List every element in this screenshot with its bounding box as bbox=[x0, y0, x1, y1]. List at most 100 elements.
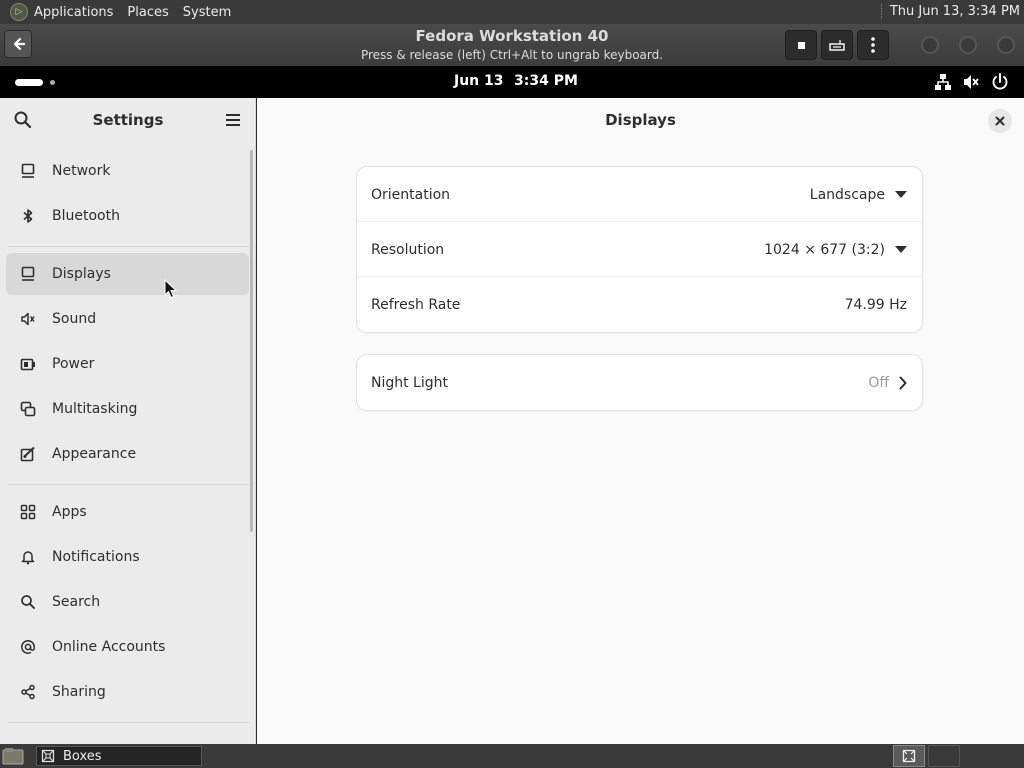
more-vertical-icon bbox=[871, 37, 875, 53]
refresh-rate-value: 74.99 Hz bbox=[844, 296, 907, 313]
guest-top-bar: Jun 13 3:34 PM bbox=[0, 66, 1024, 98]
power-icon[interactable] bbox=[991, 72, 1009, 92]
multitasking-icon bbox=[19, 400, 37, 418]
taskbar-item-boxes[interactable]: Boxes bbox=[36, 746, 202, 766]
sidebar-item-notifications[interactable]: Notifications bbox=[6, 536, 249, 578]
hamburger-menu-icon[interactable] bbox=[222, 109, 244, 131]
page-title: Displays bbox=[605, 111, 676, 129]
sidebar-separator bbox=[8, 722, 249, 723]
display-settings-card: Orientation Landscape Resolution 1024 × … bbox=[357, 167, 922, 332]
boxes-header-bar: Fedora Workstation 40 Press & release (l… bbox=[0, 24, 1024, 66]
apps-icon bbox=[19, 503, 37, 521]
sidebar-item-label: Multitasking bbox=[52, 401, 138, 417]
close-button[interactable] bbox=[988, 109, 1012, 133]
system-menu[interactable]: System bbox=[183, 5, 231, 20]
show-desktop-icon[interactable] bbox=[2, 747, 24, 765]
activities-indicator[interactable] bbox=[15, 79, 43, 86]
orientation-row[interactable]: Orientation Landscape bbox=[357, 167, 922, 222]
display-icon bbox=[19, 265, 37, 283]
displays-panel: Displays Orientation Landscape Resolutio… bbox=[257, 98, 1024, 744]
guest-date[interactable]: Jun 13 bbox=[454, 73, 504, 89]
dropdown-arrow-icon bbox=[895, 246, 907, 253]
sidebar-item-appearance[interactable]: Appearance bbox=[6, 433, 249, 475]
stop-icon bbox=[797, 41, 805, 49]
orientation-value: Landscape bbox=[809, 186, 885, 203]
sidebar-item-online-accounts[interactable]: Online Accounts bbox=[6, 626, 249, 668]
stop-button[interactable] bbox=[785, 30, 817, 60]
applications-menu[interactable]: Applications bbox=[34, 5, 113, 20]
resolution-dropdown[interactable]: 1024 × 677 (3:2) bbox=[764, 242, 907, 258]
close-window-button[interactable] bbox=[997, 36, 1015, 54]
boxes-app-icon bbox=[41, 749, 55, 763]
boxes-app-icon bbox=[902, 749, 916, 763]
sidebar-item-displays[interactable]: Displays bbox=[6, 253, 249, 295]
sidebar-item-power[interactable]: Power bbox=[6, 343, 249, 385]
dropdown-arrow-icon bbox=[895, 191, 907, 198]
at-icon bbox=[19, 638, 37, 656]
night-light-value: Off bbox=[868, 374, 889, 391]
sidebar-item-multitasking[interactable]: Multitasking bbox=[6, 388, 249, 430]
sidebar-item-label: Online Accounts bbox=[52, 639, 166, 655]
places-menu[interactable]: Places bbox=[127, 5, 168, 20]
refresh-rate-row: Refresh Rate 74.99 Hz bbox=[357, 277, 922, 332]
workspace-2-button[interactable] bbox=[928, 745, 960, 767]
keyboard-icon bbox=[829, 40, 845, 51]
night-light-card: Night Light Off bbox=[357, 355, 922, 410]
keyboard-button[interactable] bbox=[821, 30, 853, 60]
host-top-panel: ▷ Applications Places System Thu Jun 13,… bbox=[0, 0, 1024, 24]
sidebar-item-label: Sound bbox=[52, 311, 97, 327]
sidebar-item-bluetooth[interactable]: Bluetooth bbox=[6, 195, 249, 237]
network-icon bbox=[19, 162, 37, 180]
bell-icon bbox=[19, 548, 37, 566]
host-clock[interactable]: Thu Jun 13, 3:34 PM bbox=[880, 4, 1020, 19]
chevron-right-icon bbox=[899, 376, 907, 389]
sidebar-item-sound[interactable]: Sound bbox=[6, 298, 249, 340]
search-icon bbox=[19, 593, 37, 611]
share-icon bbox=[19, 683, 37, 701]
power-battery-icon bbox=[19, 355, 37, 373]
settings-sidebar: Settings Network Bluetooth Displays Soun… bbox=[0, 98, 256, 744]
resolution-label: Resolution bbox=[371, 241, 445, 258]
sidebar-item-sharing[interactable]: Sharing bbox=[6, 671, 249, 713]
sidebar-separator bbox=[8, 246, 249, 247]
sidebar-item-label: Search bbox=[52, 594, 101, 610]
sidebar-item-label: Apps bbox=[52, 504, 87, 520]
workspace-dot bbox=[50, 80, 55, 85]
night-light-row[interactable]: Night Light Off bbox=[357, 355, 922, 410]
sound-icon bbox=[19, 310, 37, 328]
applications-menu-icon[interactable]: ▷ bbox=[10, 3, 28, 21]
orientation-dropdown[interactable]: Landscape bbox=[810, 187, 907, 203]
guest-time[interactable]: 3:34 PM bbox=[514, 73, 578, 89]
host-taskbar: Boxes bbox=[0, 744, 1024, 768]
resolution-row[interactable]: Resolution 1024 × 677 (3:2) bbox=[357, 222, 922, 277]
sidebar-item-label: Displays bbox=[52, 266, 111, 282]
sidebar-item-label: Appearance bbox=[52, 446, 137, 462]
sidebar-item-label: Sharing bbox=[52, 684, 106, 700]
bluetooth-icon bbox=[19, 207, 37, 225]
sidebar-item-label: Power bbox=[52, 356, 95, 372]
wired-network-icon[interactable] bbox=[934, 72, 952, 92]
night-light-label: Night Light bbox=[371, 374, 448, 391]
close-icon bbox=[995, 116, 1005, 126]
orientation-label: Orientation bbox=[371, 186, 451, 203]
sidebar-item-label: Notifications bbox=[52, 549, 140, 565]
menu-button[interactable] bbox=[857, 30, 889, 60]
night-light-status: Off bbox=[868, 375, 907, 391]
sidebar-title: Settings bbox=[92, 111, 164, 129]
refresh-rate-label: Refresh Rate bbox=[371, 296, 461, 313]
volume-muted-icon[interactable] bbox=[962, 72, 980, 92]
sidebar-separator bbox=[8, 484, 249, 485]
sidebar-item-search[interactable]: Search bbox=[6, 581, 249, 623]
maximize-window-button[interactable] bbox=[959, 36, 977, 54]
sidebar-item-label: Network bbox=[52, 163, 111, 179]
workspace-1-button[interactable] bbox=[893, 745, 925, 767]
appearance-icon bbox=[19, 445, 37, 463]
sidebar-item-label: Bluetooth bbox=[52, 208, 120, 224]
sidebar-scrollbar[interactable] bbox=[250, 150, 253, 532]
sidebar-item-network[interactable]: Network bbox=[6, 150, 249, 192]
taskbar-item-label: Boxes bbox=[63, 748, 102, 764]
sidebar-item-apps[interactable]: Apps bbox=[6, 491, 249, 533]
sidebar-header: Settings bbox=[0, 98, 256, 144]
mouse-pointer-icon bbox=[164, 279, 178, 299]
minimize-window-button[interactable] bbox=[921, 36, 939, 54]
